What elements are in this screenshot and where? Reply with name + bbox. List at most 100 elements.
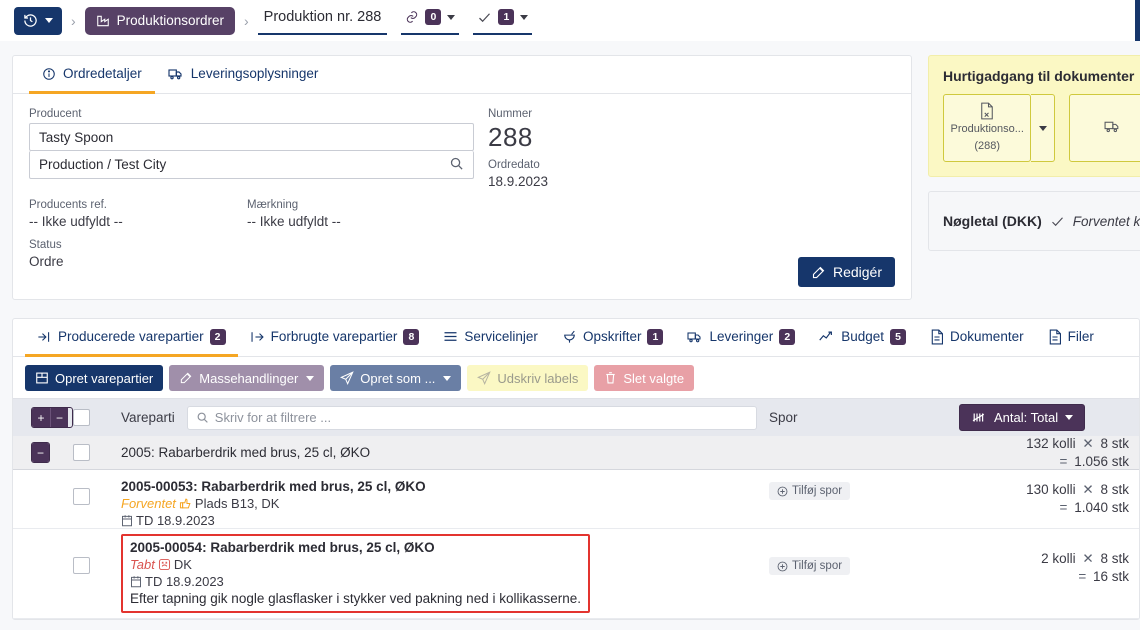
equals-icon: =	[1060, 454, 1068, 469]
row-qty-kolli: 2 kolli	[1041, 551, 1076, 566]
quick-doc-dropdown-button[interactable]	[1031, 94, 1054, 162]
tab-ordredetaljer[interactable]: Ordredetaljer	[29, 56, 155, 94]
pencil-square-icon	[179, 371, 193, 385]
tilfoej-spor-label: Tilføj spor	[792, 485, 842, 497]
tab-opskrifter[interactable]: Opskrifter 1	[550, 319, 676, 357]
factory-icon	[96, 14, 110, 28]
toolbar-label: Udskriv labels	[497, 371, 578, 386]
table-row[interactable]: 2005-00053: Rabarberdrik med brus, 25 cl…	[13, 470, 1139, 529]
row-date-line: TD 18.9.2023	[121, 513, 769, 528]
breadcrumb-produktionsordrer[interactable]: Produktionsordrer	[85, 7, 235, 35]
right-column: Hurtigadgang til dokumenter Produktionso…	[928, 41, 1140, 300]
check-icon	[1050, 214, 1065, 229]
chevron-down-icon	[45, 18, 53, 23]
quick-doc-tile-levering[interactable]	[1069, 94, 1140, 162]
truck-icon	[168, 67, 184, 81]
paper-plane-icon	[340, 371, 354, 385]
row-checkbox[interactable]	[73, 488, 90, 505]
group-title-cell: 2005: Rabarberdrik med brus, 25 cl, ØKO	[121, 445, 769, 460]
tab-producerede-varepartier[interactable]: Producerede varepartier 2	[25, 319, 238, 357]
row-qty-kolli: 130 kolli	[1026, 482, 1076, 497]
producents-ref-label: Producents ref.	[29, 199, 247, 211]
row-status: Forventet	[121, 496, 176, 511]
toolbar-label: Slet valgte	[623, 371, 684, 386]
history-button[interactable]	[14, 7, 62, 35]
tab-leveringsoplysninger-label: Leveringsoplysninger	[191, 66, 319, 81]
producent-field-group: Producent Tasty Spoon Production / Test …	[29, 108, 474, 189]
expand-collapse-control: + −	[31, 407, 73, 428]
search-icon[interactable]	[449, 156, 464, 171]
table-row-group[interactable]: − 2005: Rabarberdrik med brus, 25 cl, ØK…	[13, 436, 1139, 470]
link-icon	[405, 10, 419, 24]
detail-fields-row: Producent Tasty Spoon Production / Test …	[13, 94, 911, 189]
maerkning-group: Mærkning -- Ikke udfyldt --	[247, 199, 341, 229]
key-figures-card: Nøgletal (DKK) Forventet ko	[928, 191, 1140, 251]
status-value: Ordre	[29, 254, 895, 269]
collapse-all-button[interactable]: −	[50, 408, 68, 427]
quick-doc-tile-sub: (288)	[974, 140, 1000, 154]
tab-label: Producerede varepartier	[58, 329, 204, 344]
multiply-icon: ✕	[1082, 482, 1093, 497]
opret-varepartier-button[interactable]: Opret varepartier	[25, 365, 163, 391]
paper-plane-icon	[477, 371, 491, 385]
tilfoej-spor-button[interactable]: Tilføj spor	[769, 557, 850, 575]
column-header-vareparti: Vareparti	[121, 410, 175, 425]
sad-face-icon	[158, 558, 171, 571]
link-count-badge: 0	[425, 9, 441, 25]
row-checkbox[interactable]	[73, 444, 90, 461]
column-header-spor: Spor	[769, 410, 798, 425]
search-icon	[196, 411, 209, 424]
tab-leveringer[interactable]: Leveringer 2	[675, 319, 807, 357]
edit-button-label: Redigér	[833, 264, 882, 280]
location-input[interactable]: Production / Test City	[29, 151, 474, 179]
tab-servicelinjer[interactable]: Servicelinjer	[431, 319, 550, 357]
tilfoej-spor-button[interactable]: Tilføj spor	[769, 482, 850, 500]
key-figures-subtitle: Forventet ko	[1073, 214, 1140, 229]
status-group: Status Ordre	[13, 229, 911, 269]
producent-input[interactable]: Tasty Spoon	[29, 123, 474, 151]
table-row[interactable]: 2005-00054: Rabarberdrik med brus, 25 cl…	[13, 529, 1139, 619]
check-count-group[interactable]: 1	[473, 7, 532, 35]
tab-dokumenter[interactable]: Dokumenter	[918, 319, 1036, 357]
slet-valgte-button[interactable]: Slet valgte	[594, 365, 694, 391]
tilfoej-spor-label: Tilføj spor	[792, 560, 842, 572]
chevron-down-icon[interactable]	[447, 15, 455, 20]
expand-all-button[interactable]: +	[32, 408, 50, 427]
row-checkbox[interactable]	[73, 557, 90, 574]
tab-badge: 2	[210, 329, 226, 345]
trash-icon	[604, 371, 617, 385]
toolbar-label: Opret som ...	[360, 371, 435, 386]
udskriv-labels-button[interactable]: Udskriv labels	[467, 365, 588, 391]
chevron-down-icon[interactable]	[520, 15, 528, 20]
tab-label: Leveringer	[709, 329, 773, 344]
tab-forbrugte-varepartier[interactable]: Forbrugte varepartier 8	[238, 319, 432, 357]
antal-total-dropdown[interactable]: Antal: Total	[959, 404, 1085, 431]
row-title: 2005-00053: Rabarberdrik med brus, 25 cl…	[121, 479, 769, 494]
box-icon	[35, 371, 49, 385]
quick-doc-tile-produktionsordre[interactable]: Produktionso... (288)	[943, 94, 1031, 162]
row-status: Tabt	[130, 557, 155, 572]
tab-badge: 2	[779, 329, 795, 345]
thumbs-up-icon	[179, 497, 192, 510]
link-count-group[interactable]: 0	[401, 7, 459, 35]
opret-som-button[interactable]: Opret som ...	[330, 365, 461, 391]
varepartier-panel: Producerede varepartier 2 Forbrugte vare…	[12, 318, 1140, 620]
list-icon	[443, 330, 458, 343]
tab-filer[interactable]: Filer	[1036, 319, 1106, 357]
page-title: Produktion nr. 288	[258, 7, 388, 35]
toolbar-label: Massehandlinger	[199, 371, 298, 386]
document-icon	[930, 329, 944, 345]
row-qty-total: 1.040 stk	[1074, 500, 1129, 515]
tab-leveringsoplysninger[interactable]: Leveringsoplysninger	[155, 56, 332, 94]
maerkning-label: Mærkning	[247, 199, 341, 211]
group-collapse-button[interactable]: −	[32, 443, 49, 462]
select-all-checkbox[interactable]	[73, 409, 90, 426]
filter-input[interactable]: Skriv for at filtrere ...	[187, 406, 757, 430]
ordredato-label: Ordredato	[488, 159, 548, 171]
tab-budget[interactable]: Budget 5	[807, 319, 918, 357]
quick-docs-tiles: Produktionso... (288)	[943, 94, 1140, 162]
edit-button[interactable]: Redigér	[798, 257, 895, 287]
massehandlinger-button[interactable]: Massehandlinger	[169, 365, 324, 391]
tab-label: Servicelinjer	[464, 329, 538, 344]
left-column: Ordredetaljer Leveringsoplysninger Produ…	[12, 41, 912, 300]
